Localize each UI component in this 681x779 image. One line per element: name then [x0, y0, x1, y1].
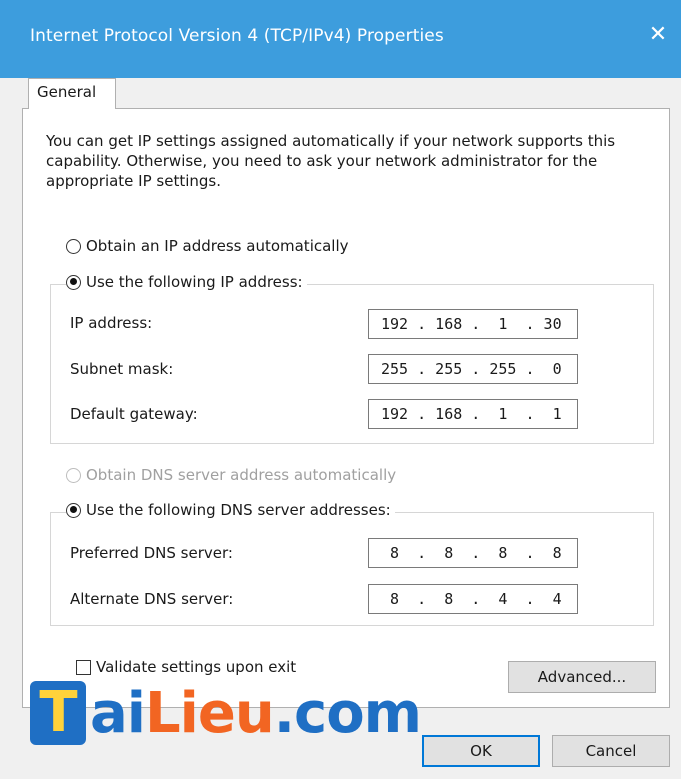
radio-label: Use the following DNS server addresses: [86, 501, 391, 519]
radio-use-following-dns[interactable]: Use the following DNS server addresses: [66, 501, 395, 519]
validate-settings-label: Validate settings upon exit [96, 658, 297, 676]
preferred-dns-label: Preferred DNS server: [70, 544, 233, 562]
radio-indicator [66, 274, 81, 290]
radio-obtain-ip-auto[interactable]: Obtain an IP address automatically [66, 237, 349, 255]
close-icon[interactable]: ✕ [643, 20, 673, 50]
default-gateway-input[interactable]: 192 . 168 . 1 . 1 [368, 399, 578, 429]
logo-t-mark: T [30, 681, 86, 745]
logo-lieu-text: Lieu [144, 680, 275, 746]
cancel-button[interactable]: Cancel [552, 735, 670, 767]
alternate-dns-label: Alternate DNS server: [70, 590, 234, 608]
preferred-dns-input[interactable]: 8 . 8 . 8 . 8 [368, 538, 578, 568]
intro-text: You can get IP settings assigned automat… [46, 132, 616, 190]
tab-strip: General [0, 78, 681, 109]
tailieu-logo: T ai Lieu .com [30, 678, 422, 748]
radio-label: Obtain DNS server address automatically [86, 466, 397, 484]
radio-use-following-ip[interactable]: Use the following IP address: [66, 273, 307, 291]
title-bar: Internet Protocol Version 4 (TCP/IPv4) P… [0, 0, 681, 78]
radio-label: Obtain an IP address automatically [86, 237, 349, 255]
logo-dotcom-text: .com [273, 680, 422, 746]
window-title: Internet Protocol Version 4 (TCP/IPv4) P… [30, 26, 444, 46]
ip-address-label: IP address: [70, 314, 153, 332]
checkbox-indicator [76, 659, 91, 675]
radio-indicator [66, 467, 81, 483]
radio-indicator [66, 238, 81, 254]
default-gateway-label: Default gateway: [70, 405, 198, 423]
radio-obtain-dns-auto: Obtain DNS server address automatically [66, 466, 396, 484]
alternate-dns-input[interactable]: 8 . 8 . 4 . 4 [368, 584, 578, 614]
ip-address-input[interactable]: 192 . 168 . 1 . 30 [368, 309, 578, 339]
tab-general[interactable]: General [28, 78, 116, 109]
radio-label: Use the following IP address: [86, 273, 303, 291]
subnet-mask-label: Subnet mask: [70, 360, 174, 378]
ok-button[interactable]: OK [422, 735, 540, 767]
validate-settings-checkbox[interactable]: Validate settings upon exit [76, 658, 296, 676]
subnet-mask-input[interactable]: 255 . 255 . 255 . 0 [368, 354, 578, 384]
advanced-button[interactable]: Advanced... [508, 661, 656, 693]
radio-indicator [66, 502, 81, 518]
logo-ai-text: ai [90, 680, 146, 746]
